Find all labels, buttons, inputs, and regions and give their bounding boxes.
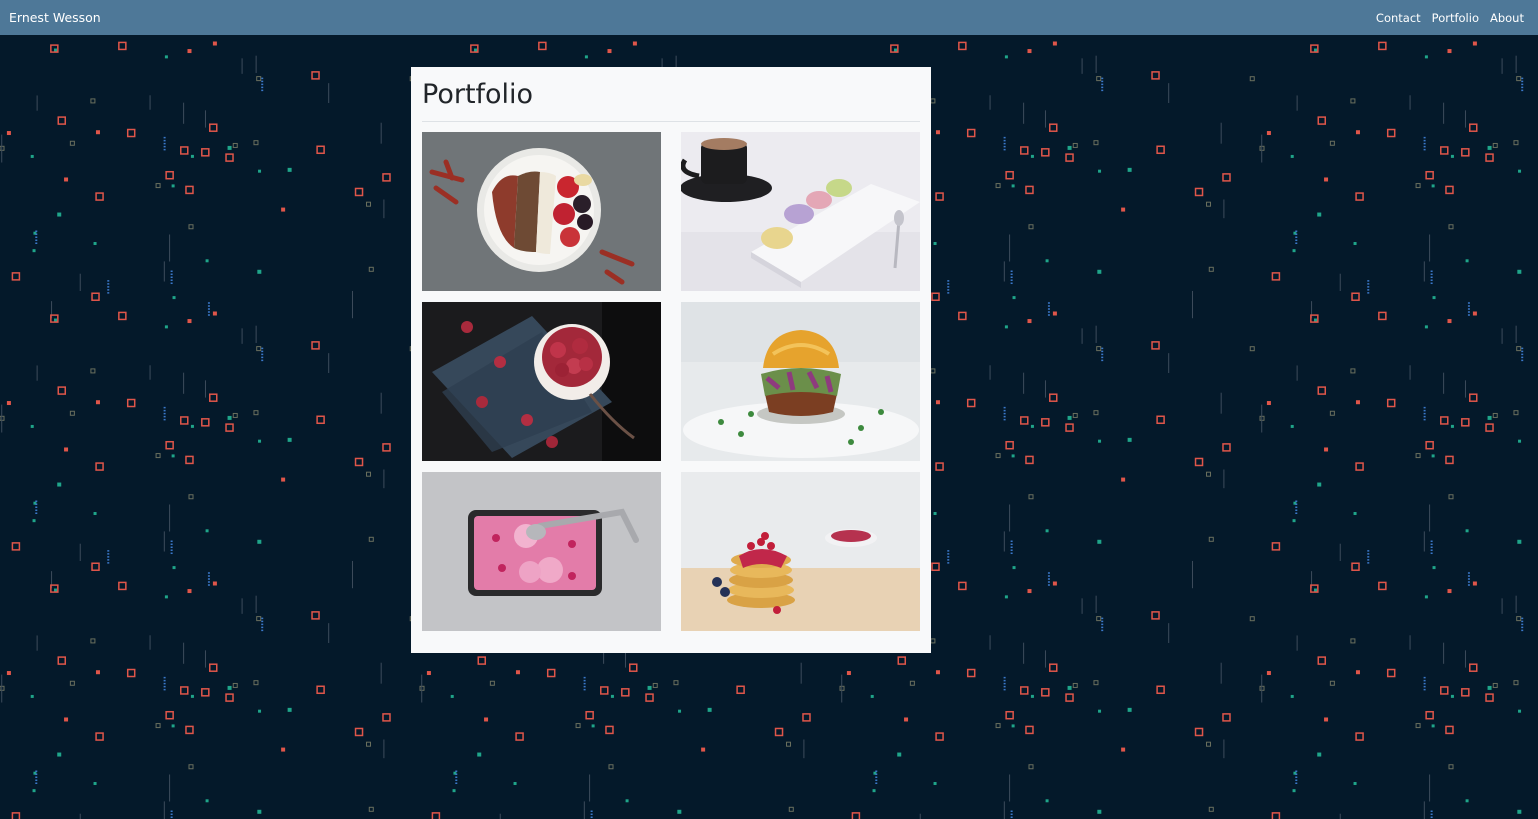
pancakes-berries-photo (681, 472, 920, 631)
nav-link-about[interactable]: About (1490, 11, 1524, 25)
coffee-macarons-photo (681, 132, 920, 291)
portfolio-panel: Portfolio (411, 67, 931, 653)
burger-photo (681, 302, 920, 461)
page-title: Portfolio (422, 67, 920, 122)
photo-tile-raspberry-dessert[interactable] (422, 302, 661, 461)
acai-bowl-photo (422, 132, 661, 291)
photo-grid (422, 132, 920, 631)
raspberry-dessert-photo (422, 302, 661, 461)
nav-link-portfolio[interactable]: Portfolio (1432, 11, 1479, 25)
brand-link[interactable]: Ernest Wesson (9, 10, 101, 25)
photo-tile-acai-bowl[interactable] (422, 132, 661, 291)
navbar: Ernest Wesson Contact Portfolio About (0, 0, 1538, 35)
photo-tile-coffee-macarons[interactable] (681, 132, 920, 291)
photo-tile-pancakes[interactable] (681, 472, 920, 631)
nav-links: Contact Portfolio About (1376, 11, 1524, 25)
pink-ice-cream-photo (422, 472, 661, 631)
nav-link-contact[interactable]: Contact (1376, 11, 1421, 25)
photo-tile-burger[interactable] (681, 302, 920, 461)
photo-tile-pink-ice-cream[interactable] (422, 472, 661, 631)
